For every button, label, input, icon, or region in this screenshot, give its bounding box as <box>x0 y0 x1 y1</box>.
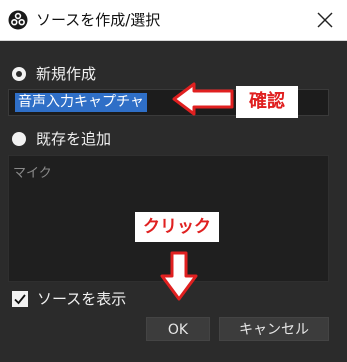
left-arrow-icon <box>172 82 234 116</box>
click-annotation: クリック <box>135 212 219 242</box>
down-arrow-icon <box>160 251 198 301</box>
confirm-annotation: 確認 <box>236 86 298 118</box>
annotation-overlay <box>160 82 234 301</box>
